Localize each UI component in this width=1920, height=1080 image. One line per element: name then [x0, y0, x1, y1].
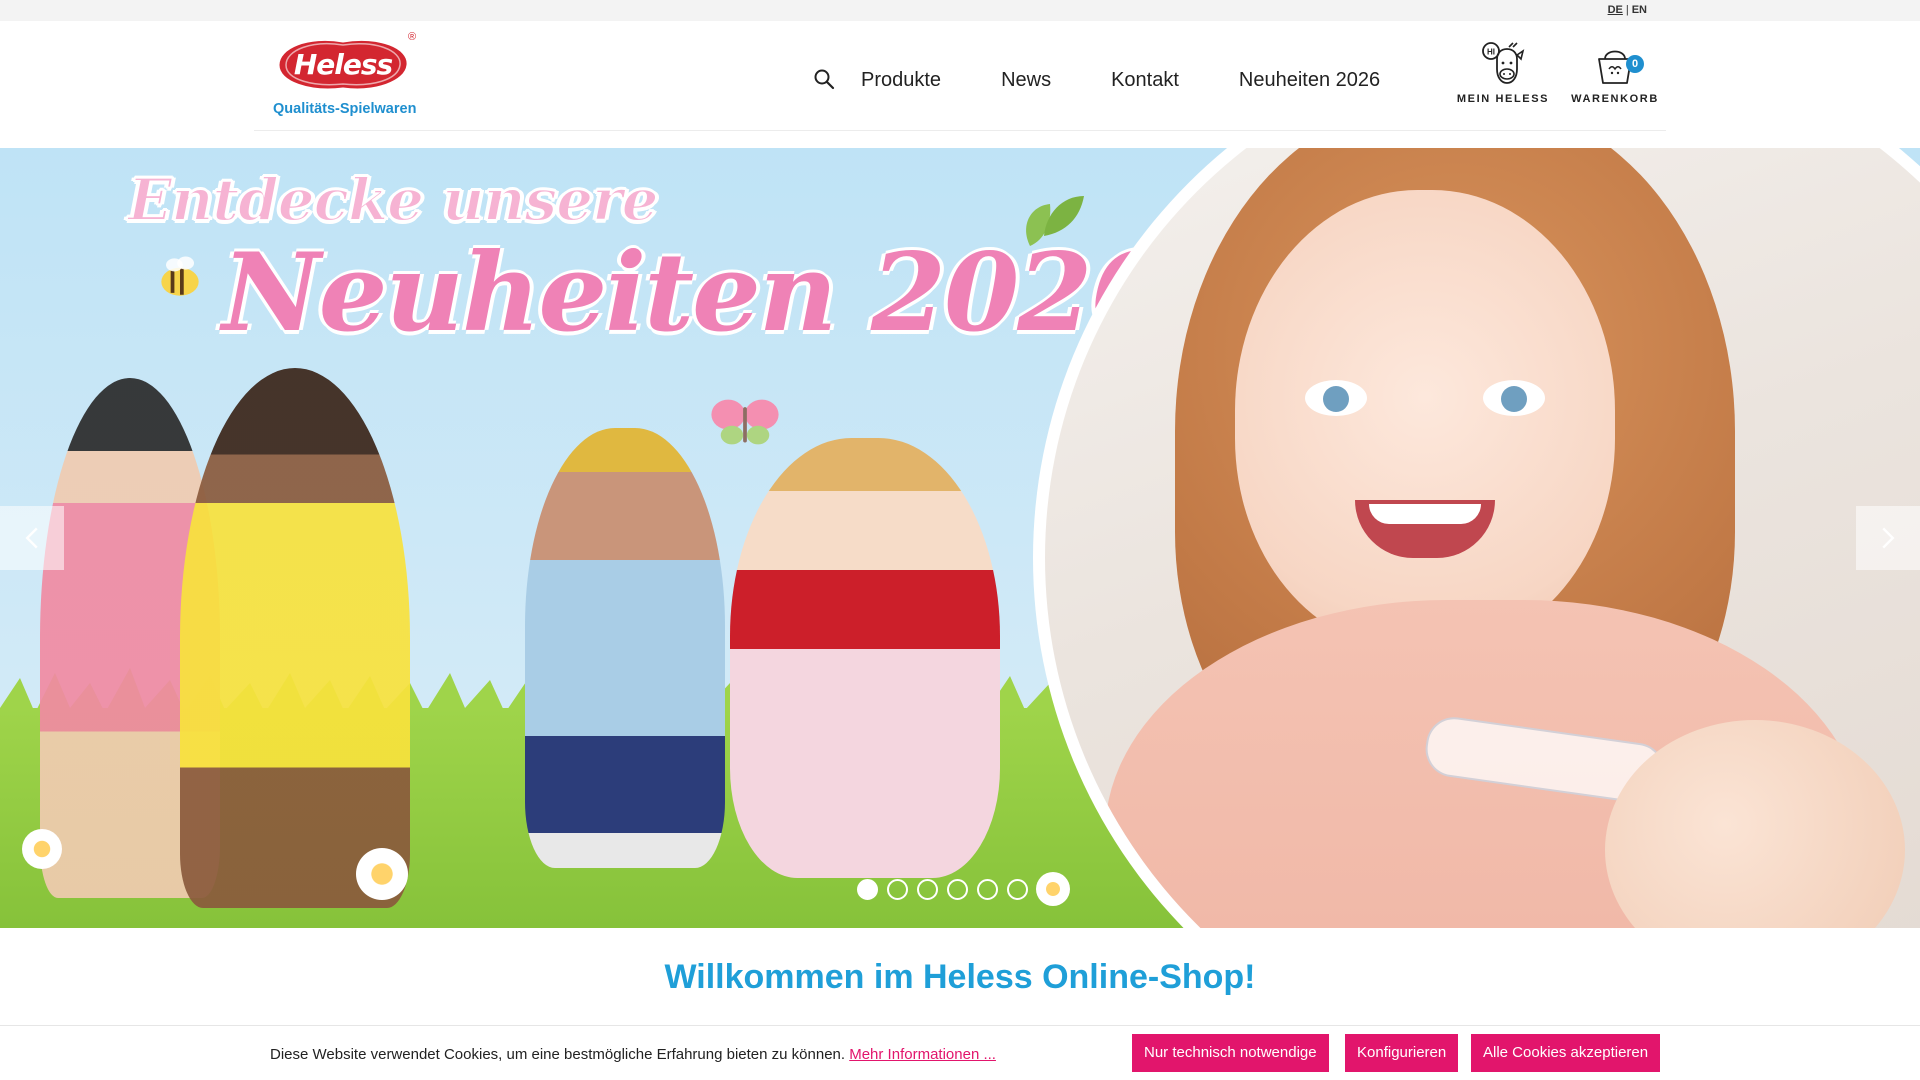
prince-doll: [525, 428, 725, 868]
cart-count-badge: 0: [1626, 55, 1644, 73]
language-separator: |: [1625, 4, 1629, 16]
photo-smile: [1355, 500, 1495, 558]
nav-item-news[interactable]: News: [1001, 69, 1051, 92]
princess-doll: [730, 438, 1000, 878]
bee-illustration: [161, 256, 199, 296]
main-navigation: Produkte News Kontakt Neuheiten 2026: [861, 69, 1380, 92]
warenkorb-label: WARENKORB: [1571, 93, 1659, 105]
logo-registered-mark: ®: [408, 31, 417, 43]
nav-item-neuheiten-2026[interactable]: Neuheiten 2026: [1239, 69, 1380, 92]
slider-dot-6[interactable]: [1007, 879, 1028, 900]
cookie-text: Diese Website verwendet Cookies, um eine…: [270, 1046, 846, 1063]
logo-wordmark: Heless: [293, 48, 393, 81]
cookie-banner: Diese Website verwendet Cookies, um eine…: [0, 1025, 1920, 1080]
slider-dot-2[interactable]: [887, 879, 908, 900]
cookie-accept-all-button[interactable]: Alle Cookies akzeptieren: [1471, 1034, 1661, 1072]
cow-head-icon: HI: [1482, 42, 1525, 84]
language-switcher: DE | EN: [1608, 4, 1647, 16]
warenkorb-button[interactable]: 0 WARENKORB: [1565, 39, 1665, 105]
slider-next-button[interactable]: [1856, 506, 1920, 570]
mein-heless-label: MEIN HELESS: [1456, 93, 1550, 105]
mein-heless-button[interactable]: HI MEIN HELESS: [1453, 39, 1553, 105]
slider-pagination: [857, 879, 1028, 900]
photo-eye: [1305, 380, 1367, 416]
flower-decoration: [1036, 872, 1070, 906]
slider-dot-5[interactable]: [977, 879, 998, 900]
photo-eye: [1483, 380, 1545, 416]
fashion-doll-yellow: [180, 368, 410, 908]
language-en-link[interactable]: EN: [1632, 4, 1647, 16]
svg-text:HI: HI: [1487, 48, 1495, 57]
hero-slider[interactable]: Entdecke unsere Neuheiten 2026: [0, 148, 1920, 928]
flower-decoration: [356, 848, 408, 900]
cookie-more-info-link[interactable]: Mehr Informationen ...: [849, 1046, 996, 1063]
header-divider: [254, 130, 1666, 131]
brand-logo[interactable]: Heless ® Qualitäts-Spielwaren: [270, 31, 422, 123]
site-header: Heless ® Qualitäts-Spielwaren Produkte N…: [0, 21, 1920, 148]
butterfly-illustration: [711, 399, 779, 445]
cookie-message: Diese Website verwendet Cookies, um eine…: [270, 1046, 996, 1063]
slider-dot-3[interactable]: [917, 879, 938, 900]
language-de-link[interactable]: DE: [1608, 4, 1623, 16]
flower-decoration: [22, 829, 62, 869]
welcome-heading: Willkommen im Heless Online-Shop!: [664, 958, 1256, 996]
leaf-illustration: [1026, 196, 1084, 246]
hero-photo-girl-with-doll: [1045, 148, 1920, 928]
cookie-necessary-only-button[interactable]: Nur technisch notwendige: [1132, 1034, 1329, 1072]
slider-dot-4[interactable]: [947, 879, 968, 900]
language-bar: DE | EN: [0, 0, 1920, 21]
nav-item-produkte[interactable]: Produkte: [861, 69, 941, 92]
photo-face: [1235, 190, 1615, 650]
search-icon[interactable]: [813, 68, 835, 90]
hero-headline-line1: Entdecke unsere: [127, 165, 660, 235]
cookie-configure-button[interactable]: Konfigurieren: [1345, 1034, 1459, 1072]
logo-tagline: Qualitäts-Spielwaren: [273, 101, 417, 117]
chevron-right-icon: [1882, 527, 1895, 549]
chevron-left-icon: [25, 527, 38, 549]
slider-dot-1[interactable]: [857, 879, 878, 900]
nav-item-kontakt[interactable]: Kontakt: [1111, 69, 1179, 92]
slider-prev-button[interactable]: [0, 506, 64, 570]
